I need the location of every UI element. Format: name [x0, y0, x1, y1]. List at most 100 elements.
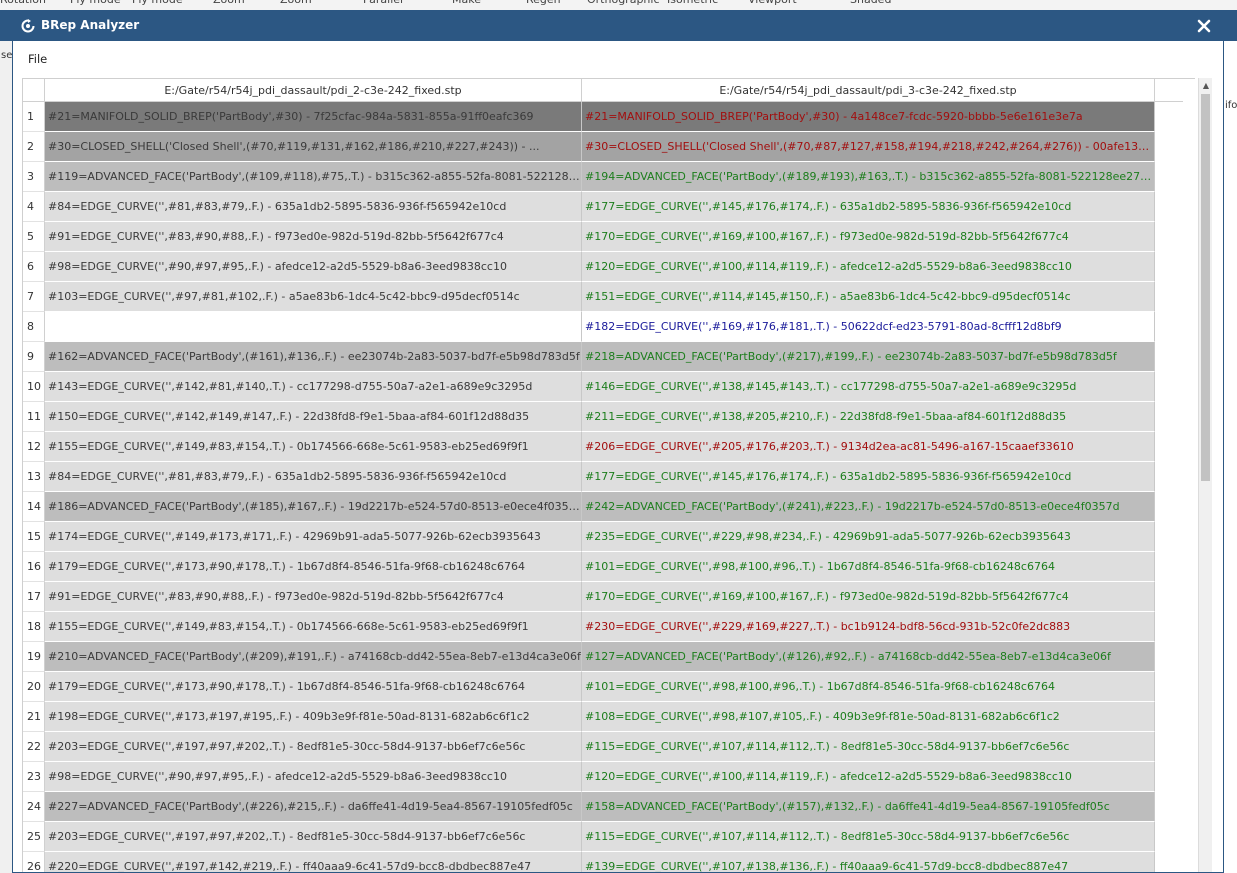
cell-right-entity[interactable]: #182=EDGE_CURVE('',#169,#176,#181,.T.) -…: [582, 312, 1155, 342]
cell-right-entity[interactable]: #115=EDGE_CURVE('',#107,#114,#112,.T.) -…: [582, 822, 1155, 852]
table-row[interactable]: 12 #155=EDGE_CURVE('',#149,#83,#154,.T.) …: [23, 432, 1155, 462]
title-bar[interactable]: BRep Analyzer: [13, 11, 1223, 41]
cell-left-entity[interactable]: #98=EDGE_CURVE('',#90,#97,#95,.F.) - afe…: [45, 762, 582, 792]
row-number[interactable]: 19: [23, 642, 45, 672]
table-row[interactable]: 11 #150=EDGE_CURVE('',#142,#149,#147,.F.)…: [23, 402, 1155, 432]
cell-left-entity[interactable]: #91=EDGE_CURVE('',#83,#90,#88,.F.) - f97…: [45, 222, 582, 252]
cell-right-entity[interactable]: #127=ADVANCED_FACE('PartBody',(#126),#92…: [582, 642, 1155, 672]
close-button[interactable]: [1193, 15, 1215, 37]
table-row[interactable]: 1 #21=MANIFOLD_SOLID_BREP('PartBody',#30)…: [23, 102, 1155, 132]
cell-left-entity[interactable]: #203=EDGE_CURVE('',#197,#97,#202,.T.) - …: [45, 822, 582, 852]
table-row[interactable]: 3 #119=ADVANCED_FACE('PartBody',(#109,#11…: [23, 162, 1155, 192]
row-number[interactable]: 18: [23, 612, 45, 642]
row-number[interactable]: 2: [23, 132, 45, 162]
cell-right-entity[interactable]: #115=EDGE_CURVE('',#107,#114,#112,.T.) -…: [582, 732, 1155, 762]
cell-left-entity[interactable]: #84=EDGE_CURVE('',#81,#83,#79,.F.) - 635…: [45, 462, 582, 492]
comparison-grid[interactable]: E:/Gate/r54/r54j_pdi_dassault/pdi_2-c3e-…: [22, 78, 1195, 872]
table-row[interactable]: 23 #98=EDGE_CURVE('',#90,#97,#95,.F.) - a…: [23, 762, 1155, 792]
cell-right-entity[interactable]: #194=ADVANCED_FACE('PartBody',(#189,#193…: [582, 162, 1155, 192]
cell-right-entity[interactable]: #101=EDGE_CURVE('',#98,#100,#96,.T.) - 1…: [582, 552, 1155, 582]
row-number[interactable]: 20: [23, 672, 45, 702]
cell-right-entity[interactable]: #170=EDGE_CURVE('',#169,#100,#167,.F.) -…: [582, 222, 1155, 252]
row-number[interactable]: 15: [23, 522, 45, 552]
row-number[interactable]: 25: [23, 822, 45, 852]
cell-right-entity[interactable]: #158=ADVANCED_FACE('PartBody',(#157),#13…: [582, 792, 1155, 822]
row-number[interactable]: 11: [23, 402, 45, 432]
cell-right-entity[interactable]: #120=EDGE_CURVE('',#100,#114,#119,.F.) -…: [582, 252, 1155, 282]
table-row[interactable]: 16 #179=EDGE_CURVE('',#173,#90,#178,.T.) …: [23, 552, 1155, 582]
cell-right-entity[interactable]: #30=CLOSED_SHELL('Closed Shell',(#70,#87…: [582, 132, 1155, 162]
row-number[interactable]: 1: [23, 102, 45, 132]
table-row[interactable]: 6 #98=EDGE_CURVE('',#90,#97,#95,.F.) - af…: [23, 252, 1155, 282]
table-row[interactable]: 19 #210=ADVANCED_FACE('PartBody',(#209),#…: [23, 642, 1155, 672]
row-number[interactable]: 14: [23, 492, 45, 522]
table-row[interactable]: 17 #91=EDGE_CURVE('',#83,#90,#88,.F.) - f…: [23, 582, 1155, 612]
row-number[interactable]: 9: [23, 342, 45, 372]
cell-left-entity[interactable]: [45, 312, 582, 342]
table-row[interactable]: 18 #155=EDGE_CURVE('',#149,#83,#154,.T.) …: [23, 612, 1155, 642]
cell-right-entity[interactable]: #108=EDGE_CURVE('',#98,#107,#105,.F.) - …: [582, 702, 1155, 732]
cell-right-entity[interactable]: #218=ADVANCED_FACE('PartBody',(#217),#19…: [582, 342, 1155, 372]
table-row[interactable]: 14 #186=ADVANCED_FACE('PartBody',(#185),#…: [23, 492, 1155, 522]
cell-right-entity[interactable]: #235=EDGE_CURVE('',#229,#98,#234,.F.) - …: [582, 522, 1155, 552]
row-number[interactable]: 10: [23, 372, 45, 402]
row-number[interactable]: 13: [23, 462, 45, 492]
row-number[interactable]: 12: [23, 432, 45, 462]
cell-right-entity[interactable]: #206=EDGE_CURVE('',#205,#176,#203,.T.) -…: [582, 432, 1155, 462]
cell-right-entity[interactable]: #177=EDGE_CURVE('',#145,#176,#174,.F.) -…: [582, 462, 1155, 492]
row-number[interactable]: 23: [23, 762, 45, 792]
cell-right-entity[interactable]: #21=MANIFOLD_SOLID_BREP('PartBody',#30) …: [582, 102, 1155, 132]
cell-left-entity[interactable]: #150=EDGE_CURVE('',#142,#149,#147,.F.) -…: [45, 402, 582, 432]
cell-right-entity[interactable]: #146=EDGE_CURVE('',#138,#145,#143,.T.) -…: [582, 372, 1155, 402]
table-row[interactable]: 20 #179=EDGE_CURVE('',#173,#90,#178,.T.) …: [23, 672, 1155, 702]
cell-right-entity[interactable]: #101=EDGE_CURVE('',#98,#100,#96,.T.) - 1…: [582, 672, 1155, 702]
table-row[interactable]: 8 #182=EDGE_CURVE('',#169,#176,#181,.T.) …: [23, 312, 1155, 342]
cell-left-entity[interactable]: #227=ADVANCED_FACE('PartBody',(#226),#21…: [45, 792, 582, 822]
cell-left-entity[interactable]: #143=EDGE_CURVE('',#142,#81,#140,.T.) - …: [45, 372, 582, 402]
row-number[interactable]: 26: [23, 852, 45, 872]
row-number[interactable]: 4: [23, 192, 45, 222]
cell-left-entity[interactable]: #155=EDGE_CURVE('',#149,#83,#154,.T.) - …: [45, 432, 582, 462]
scroll-up-button[interactable]: ▲: [1199, 78, 1213, 92]
cell-left-entity[interactable]: #174=EDGE_CURVE('',#149,#173,#171,.F.) -…: [45, 522, 582, 552]
cell-left-entity[interactable]: #119=ADVANCED_FACE('PartBody',(#109,#118…: [45, 162, 582, 192]
row-number[interactable]: 8: [23, 312, 45, 342]
row-number[interactable]: 6: [23, 252, 45, 282]
menu-file[interactable]: File: [28, 52, 47, 66]
row-number[interactable]: 17: [23, 582, 45, 612]
cell-left-entity[interactable]: #186=ADVANCED_FACE('PartBody',(#185),#16…: [45, 492, 582, 522]
cell-left-entity[interactable]: #84=EDGE_CURVE('',#81,#83,#79,.F.) - 635…: [45, 192, 582, 222]
table-row[interactable]: 21 #198=EDGE_CURVE('',#173,#197,#195,.F.)…: [23, 702, 1155, 732]
cell-left-entity[interactable]: #203=EDGE_CURVE('',#197,#97,#202,.T.) - …: [45, 732, 582, 762]
row-number[interactable]: 7: [23, 282, 45, 312]
cell-left-entity[interactable]: #98=EDGE_CURVE('',#90,#97,#95,.F.) - afe…: [45, 252, 582, 282]
table-row[interactable]: 2 #30=CLOSED_SHELL('Closed Shell',(#70,#1…: [23, 132, 1155, 162]
row-number[interactable]: 21: [23, 702, 45, 732]
row-number[interactable]: 3: [23, 162, 45, 192]
cell-left-entity[interactable]: #30=CLOSED_SHELL('Closed Shell',(#70,#11…: [45, 132, 582, 162]
cell-right-entity[interactable]: #151=EDGE_CURVE('',#114,#145,#150,.F.) -…: [582, 282, 1155, 312]
table-row[interactable]: 4 #84=EDGE_CURVE('',#81,#83,#79,.F.) - 63…: [23, 192, 1155, 222]
table-row[interactable]: 15 #174=EDGE_CURVE('',#149,#173,#171,.F.)…: [23, 522, 1155, 552]
table-row[interactable]: 5 #91=EDGE_CURVE('',#83,#90,#88,.F.) - f9…: [23, 222, 1155, 252]
cell-left-entity[interactable]: #210=ADVANCED_FACE('PartBody',(#209),#19…: [45, 642, 582, 672]
row-number[interactable]: 22: [23, 732, 45, 762]
column-header-right-file[interactable]: E:/Gate/r54/r54j_pdi_dassault/pdi_3-c3e-…: [582, 79, 1155, 102]
cell-left-entity[interactable]: #91=EDGE_CURVE('',#83,#90,#88,.F.) - f97…: [45, 582, 582, 612]
cell-left-entity[interactable]: #162=ADVANCED_FACE('PartBody',(#161),#13…: [45, 342, 582, 372]
cell-left-entity[interactable]: #179=EDGE_CURVE('',#173,#90,#178,.T.) - …: [45, 672, 582, 702]
cell-right-entity[interactable]: #242=ADVANCED_FACE('PartBody',(#241),#22…: [582, 492, 1155, 522]
table-row[interactable]: 24 #227=ADVANCED_FACE('PartBody',(#226),#…: [23, 792, 1155, 822]
cell-right-entity[interactable]: #177=EDGE_CURVE('',#145,#176,#174,.F.) -…: [582, 192, 1155, 222]
cell-right-entity[interactable]: #230=EDGE_CURVE('',#229,#169,#227,.T.) -…: [582, 612, 1155, 642]
table-row[interactable]: 25 #203=EDGE_CURVE('',#197,#97,#202,.T.) …: [23, 822, 1155, 852]
table-row[interactable]: 10 #143=EDGE_CURVE('',#142,#81,#140,.T.) …: [23, 372, 1155, 402]
column-header-left-file[interactable]: E:/Gate/r54/r54j_pdi_dassault/pdi_2-c3e-…: [45, 79, 582, 102]
cell-left-entity[interactable]: #179=EDGE_CURVE('',#173,#90,#178,.T.) - …: [45, 552, 582, 582]
vertical-scrollbar[interactable]: ▲: [1198, 78, 1213, 872]
cell-right-entity[interactable]: #139=EDGE_CURVE('',#107,#138,#136,.F.) -…: [582, 852, 1155, 872]
cell-left-entity[interactable]: #155=EDGE_CURVE('',#149,#83,#154,.T.) - …: [45, 612, 582, 642]
table-row[interactable]: 22 #203=EDGE_CURVE('',#197,#97,#202,.T.) …: [23, 732, 1155, 762]
table-row[interactable]: 13 #84=EDGE_CURVE('',#81,#83,#79,.F.) - 6…: [23, 462, 1155, 492]
scrollbar-thumb[interactable]: [1201, 94, 1210, 481]
